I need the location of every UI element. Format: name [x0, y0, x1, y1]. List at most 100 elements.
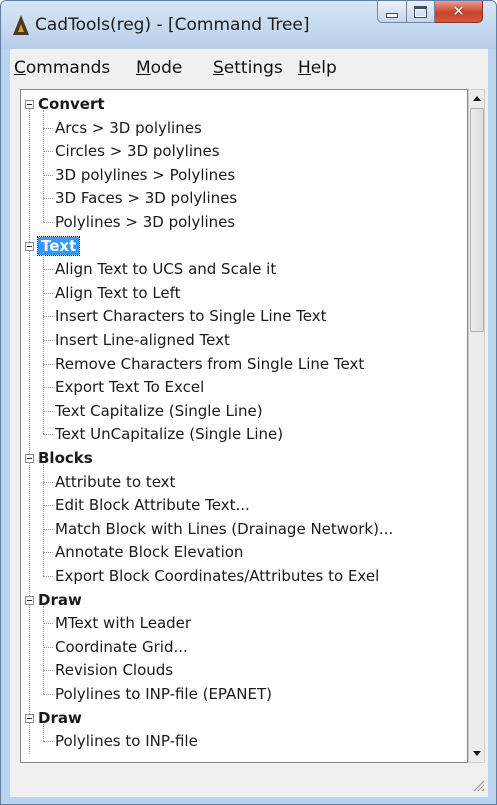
tree-connector	[43, 316, 53, 318]
menu-settings[interactable]: Settings	[213, 58, 283, 78]
tree-item[interactable]: Attribute to text	[55, 471, 175, 493]
tree-connector	[43, 198, 53, 200]
tree-item[interactable]: Arcs > 3D polylines	[55, 117, 202, 139]
tree-connector	[43, 387, 53, 389]
menu-mode[interactable]: Mode	[136, 58, 182, 78]
tree-connector	[43, 505, 53, 507]
menu-mode-hotkey: M	[136, 58, 151, 78]
status-bar	[20, 765, 486, 793]
menu-commands-label: ommands	[25, 58, 111, 78]
vertical-scrollbar[interactable]	[468, 89, 485, 763]
menu-mode-label: ode	[150, 58, 183, 78]
tree-group-label: Text	[36, 235, 81, 256]
tree-group-text[interactable]: Text	[36, 235, 81, 257]
tree-connector	[43, 269, 53, 271]
close-icon: ✕	[452, 2, 465, 20]
app-icon	[13, 15, 29, 35]
menu-commands-hotkey: C	[14, 58, 26, 78]
tree-connector	[43, 292, 53, 294]
maximize-icon	[414, 5, 427, 18]
tree-connector	[43, 723, 44, 742]
minimize-icon	[386, 13, 398, 18]
tree-connector	[43, 363, 53, 365]
tree-connector	[43, 741, 53, 743]
tree-group-label: Draw	[38, 590, 82, 609]
tree-connector	[43, 127, 53, 129]
close-button[interactable]: ✕	[435, 1, 483, 23]
collapse-toggle-icon[interactable]	[25, 595, 34, 605]
scroll-down-button[interactable]	[469, 745, 484, 762]
tree-connector	[43, 481, 53, 483]
tree-item[interactable]: MText with Leader	[55, 612, 191, 634]
tree-connector	[29, 109, 30, 754]
tree-item[interactable]: 3D Faces > 3D polylines	[55, 187, 237, 209]
minimize-button[interactable]	[377, 1, 407, 23]
window-title: CadTools(reg) - [Command Tree]	[35, 15, 310, 35]
tree-item[interactable]: Polylines to INP-file (EPANET)	[55, 683, 272, 705]
tree-item[interactable]: Coordinate Grid...	[55, 636, 188, 658]
tree-connector	[43, 670, 53, 672]
tree-connector	[43, 605, 44, 694]
tree-connector	[43, 528, 53, 530]
tree-group-label: Convert	[38, 95, 105, 113]
collapse-toggle-icon[interactable]	[25, 241, 34, 251]
maximize-button[interactable]	[407, 1, 435, 23]
menu-settings-hotkey: S	[213, 58, 224, 78]
tree-connector	[43, 552, 53, 554]
tree-item[interactable]: Revision Clouds	[55, 659, 173, 681]
menu-help[interactable]: Help	[298, 58, 337, 78]
tree-connector	[43, 110, 44, 222]
tree-item[interactable]: Text Capitalize (Single Line)	[55, 400, 263, 422]
tree-item[interactable]: Export Text To Excel	[55, 376, 204, 398]
menu-commands[interactable]: Commands	[14, 58, 110, 78]
tree-connector	[43, 646, 53, 648]
tree-item[interactable]: Match Block with Lines (Drainage Network…	[55, 518, 393, 540]
tree-group-convert[interactable]: Convert	[38, 93, 105, 115]
tree-item[interactable]: Annotate Block Elevation	[55, 541, 243, 563]
tree-item[interactable]: Polylines > 3D polylines	[55, 211, 235, 233]
tree-group-label: Draw	[38, 708, 82, 727]
tree-connector	[43, 151, 53, 153]
tree-connector	[43, 251, 44, 435]
collapse-toggle-icon[interactable]	[25, 713, 34, 723]
menu-bar: Commands Mode Settings Help	[10, 49, 488, 86]
scroll-thumb[interactable]	[470, 108, 484, 332]
tree-group-blocks[interactable]: Blocks	[38, 447, 93, 469]
tree-item[interactable]: Insert Line-aligned Text	[55, 329, 230, 351]
arrow-down-icon	[472, 751, 481, 756]
command-tree[interactable]: Convert Arcs > 3D polylines Circles > 3D p…	[20, 89, 468, 763]
tree-connector	[43, 410, 53, 412]
collapse-toggle-icon[interactable]	[25, 100, 34, 109]
tree-item[interactable]: Align Text to UCS and Scale it	[55, 258, 276, 280]
caption-buttons: ✕	[377, 1, 483, 23]
tree-item[interactable]: Edit Block Attribute Text...	[55, 494, 250, 516]
arrow-up-icon	[472, 96, 481, 101]
tree-connector	[43, 576, 53, 577]
tree-group-label: Blocks	[38, 449, 93, 467]
tree-connector	[43, 434, 53, 436]
app-window: CadTools(reg) - [Command Tree] ✕ Command…	[0, 0, 497, 805]
client-area: Convert Arcs > 3D polylines Circles > 3D p…	[10, 85, 488, 797]
tree-connector	[43, 340, 53, 341]
tree-item[interactable]: Export Block Coordinates/Attributes to E…	[55, 565, 379, 587]
title-bar[interactable]: CadTools(reg) - [Command Tree] ✕	[1, 1, 496, 49]
tree-item[interactable]: Circles > 3D polylines	[55, 140, 220, 162]
menu-help-label: elp	[310, 58, 337, 78]
tree-item[interactable]: Text UnCapitalize (Single Line)	[55, 423, 283, 445]
tree-group-draw[interactable]: Draw	[38, 589, 82, 611]
menu-help-hotkey: H	[298, 58, 311, 78]
tree-item[interactable]: Polylines to INP-file	[55, 730, 198, 752]
tree-connector	[43, 694, 53, 695]
tree-item[interactable]: Remove Characters from Single Line Text	[55, 353, 364, 375]
tree-connector	[43, 464, 44, 576]
resize-grip-icon[interactable]	[472, 779, 484, 791]
collapse-toggle-icon[interactable]	[25, 454, 34, 463]
tree-item[interactable]: Insert Characters to Single Line Text	[55, 305, 327, 327]
tree-item[interactable]: 3D polylines > Polylines	[55, 164, 235, 186]
tree-connector	[43, 623, 53, 625]
tree-group-draw[interactable]: Draw	[38, 707, 82, 729]
tree-connector	[43, 174, 53, 176]
menu-settings-label: ettings	[223, 58, 283, 78]
tree-item[interactable]: Align Text to Left	[55, 282, 181, 304]
scroll-up-button[interactable]	[469, 90, 484, 107]
